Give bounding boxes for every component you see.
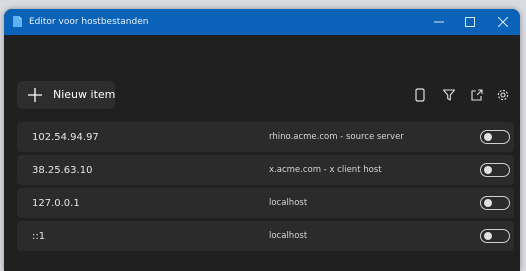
- title-bar[interactable]: Editor voor hostbestanden: [4, 9, 520, 35]
- entry-host: x.acme.com - x client host: [269, 165, 382, 175]
- list-item[interactable]: 102.54.94.97 rhino.acme.com - source ser…: [17, 122, 514, 152]
- close-button[interactable]: [488, 9, 518, 35]
- app-icon: [13, 16, 22, 27]
- toggle-knob: [484, 199, 492, 207]
- toggle-knob: [484, 166, 492, 174]
- entry-host: localhost: [269, 198, 308, 208]
- document-icon[interactable]: [413, 88, 427, 102]
- entry-host: rhino.acme.com - source server: [269, 132, 404, 142]
- entry-address: ::1: [32, 231, 46, 242]
- entry-toggle[interactable]: [480, 130, 510, 144]
- list-item[interactable]: 127.0.0.1 localhost: [17, 188, 514, 218]
- hosts-list: 102.54.94.97 rhino.acme.com - source ser…: [17, 122, 514, 254]
- plus-icon: [28, 88, 42, 102]
- list-item[interactable]: 38.25.63.10 x.acme.com - x client host: [17, 155, 514, 185]
- entry-address: 102.54.94.97: [32, 132, 99, 143]
- close-icon: [498, 17, 508, 27]
- toggle-knob: [484, 232, 492, 240]
- toggle-knob: [484, 133, 492, 141]
- minimize-button[interactable]: [424, 9, 454, 35]
- maximize-button[interactable]: [455, 9, 485, 35]
- window-title: Editor voor hostbestanden: [29, 17, 149, 27]
- entry-address: 127.0.0.1: [32, 198, 80, 209]
- app-window: Editor voor hostbestanden Nieuw item 102…: [4, 9, 520, 271]
- entry-toggle[interactable]: [480, 229, 510, 243]
- minimize-icon: [434, 21, 444, 23]
- entry-toggle[interactable]: [480, 196, 510, 210]
- new-item-button[interactable]: Nieuw item: [17, 81, 115, 109]
- entry-host: localhost: [269, 231, 308, 241]
- filter-icon[interactable]: [442, 88, 456, 102]
- open-external-icon[interactable]: [470, 88, 484, 102]
- entry-toggle[interactable]: [480, 163, 510, 177]
- new-item-label: Nieuw item: [53, 88, 116, 101]
- maximize-icon: [465, 17, 475, 27]
- entry-address: 38.25.63.10: [32, 165, 93, 176]
- gear-icon[interactable]: [496, 88, 510, 102]
- list-item[interactable]: ::1 localhost: [17, 221, 514, 251]
